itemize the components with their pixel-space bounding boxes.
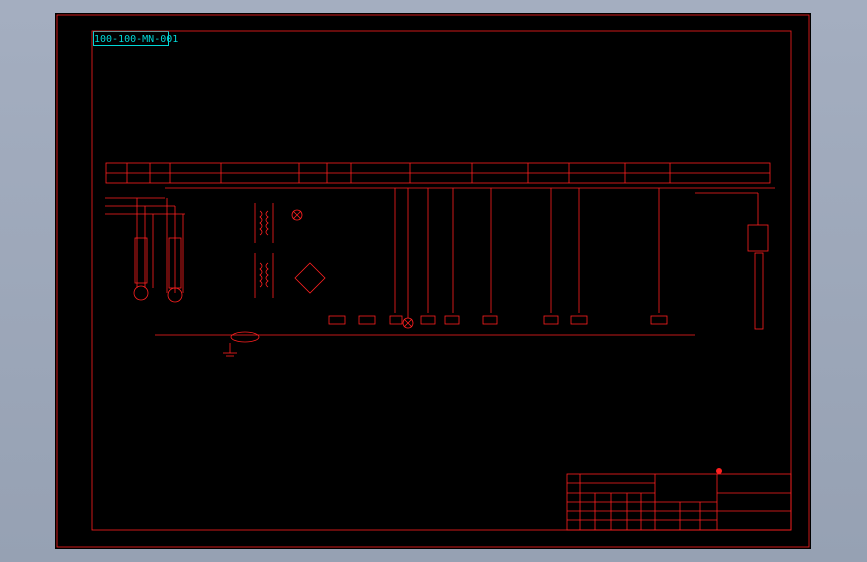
relay-coils [328, 315, 668, 325]
control-rungs [394, 188, 660, 318]
transformer-t2 [254, 253, 274, 298]
rectifier-bridge [294, 262, 326, 294]
sheet-border [56, 14, 810, 548]
heater-element [695, 192, 769, 330]
title-block-marker [716, 468, 722, 474]
lamp-hl1 [291, 209, 303, 221]
motor-m1 [133, 237, 149, 301]
title-block [566, 473, 792, 531]
neutral-return [155, 331, 695, 357]
power-bus [105, 187, 775, 293]
drawing-frame [91, 30, 792, 531]
lamp-hl2 [402, 317, 414, 329]
cad-viewport[interactable]: 100-100-MN-001 [55, 13, 811, 549]
transformer-t1 [254, 203, 274, 243]
electrical-schematic [56, 14, 810, 548]
column-header-strip [105, 162, 771, 184]
